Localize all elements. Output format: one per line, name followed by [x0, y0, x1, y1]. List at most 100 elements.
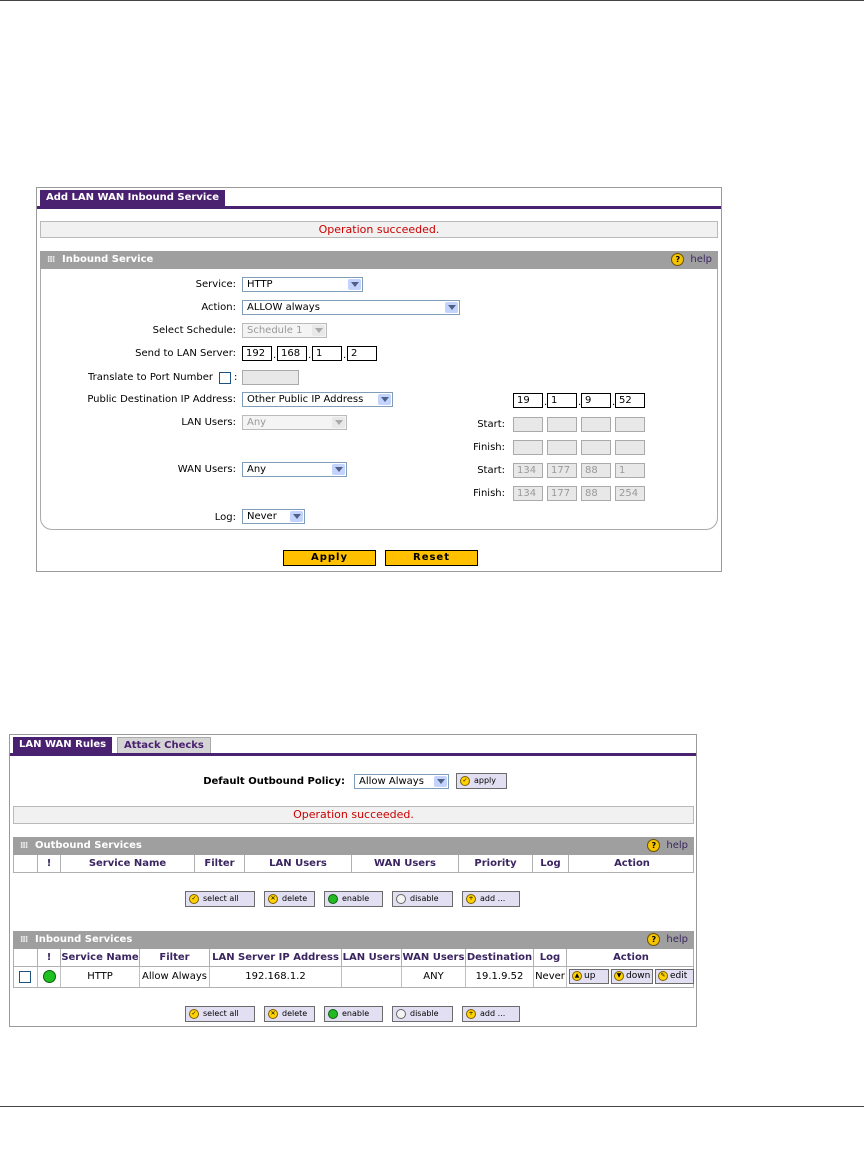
chevron-down-icon [378, 394, 391, 405]
tab-attack-checks[interactable]: Attack Checks [117, 737, 211, 753]
grip-icon: ⁞⁞⁞ [20, 935, 28, 945]
col-wan-users: WAN Users [352, 855, 459, 872]
edit-button[interactable]: ✎ edit [655, 969, 694, 984]
enable-icon [328, 1008, 338, 1019]
row-wan-users: ANY [402, 967, 466, 987]
wan-users-select[interactable]: Any [242, 462, 347, 477]
inbound-service-section-header: ⁞⁞⁞ Inbound Service ? help [40, 251, 718, 269]
edit-icon: ✎ [658, 970, 668, 981]
inbound-select-all-button[interactable]: ✓ select all [185, 1006, 255, 1022]
chevron-down-icon [332, 417, 345, 428]
chevron-down-icon [312, 325, 325, 336]
lan-finish-label: Finish: [473, 442, 505, 453]
outbound-select-all-button[interactable]: ✓ select all [185, 891, 255, 907]
down-arrow-icon: ▼ [614, 970, 624, 981]
default-outbound-policy-select[interactable]: Allow Always [354, 774, 449, 789]
lan-finish-ip-octet-4 [615, 440, 645, 455]
public-dest-ip-octet-2[interactable]: 1 [547, 393, 577, 408]
section-title: Inbound Service [62, 254, 154, 265]
default-outbound-policy-label: Default Outbound Policy: [203, 776, 345, 787]
lan-server-ip-octet-3[interactable]: 1 [312, 346, 342, 361]
outbound-table-header: ! Service Name Filter LAN Users WAN User… [13, 855, 694, 873]
outbound-disable-button[interactable]: disable [392, 891, 453, 907]
row-filter: Allow Always [140, 967, 210, 987]
lan-wan-rules-panel: LAN WAN Rules Attack Checks Default Outb… [9, 734, 697, 1027]
inbound-enable-button[interactable]: enable [324, 1006, 383, 1022]
lan-users-label: LAN Users: [181, 417, 236, 428]
apply-button[interactable]: Apply [283, 550, 376, 566]
outbound-services-header: ⁞⁞⁞ Outbound Services ? help [13, 837, 694, 855]
wan-finish-ip-octet-3: 88 [581, 486, 611, 501]
help-link[interactable]: ? help [647, 837, 688, 855]
enable-icon [328, 893, 338, 904]
check-icon: ✓ [189, 893, 199, 904]
service-label: Service: [195, 279, 236, 290]
inbound-disable-button[interactable]: disable [392, 1006, 453, 1022]
col-status: ! [38, 855, 61, 872]
log-select[interactable]: Never [242, 509, 305, 524]
panel2-tabbar: LAN WAN Rules Attack Checks [10, 735, 696, 756]
row-checkbox[interactable] [19, 971, 31, 983]
lan-server-ip-octet-1[interactable]: 192 [242, 346, 272, 361]
outbound-delete-button[interactable]: ✕ delete [264, 891, 315, 907]
ip-dot: . [343, 350, 347, 361]
outbound-enable-button[interactable]: enable [324, 891, 383, 907]
help-link[interactable]: ? help [671, 251, 712, 269]
policy-apply-button[interactable]: ✓ apply [456, 773, 507, 789]
chevron-down-icon [434, 776, 447, 787]
up-arrow-icon: ▲ [572, 970, 582, 981]
col-destination: Destination [466, 949, 534, 966]
wan-finish-ip-octet-2: 177 [547, 486, 577, 501]
page-bottom-rule [0, 1106, 864, 1107]
public-dest-ip-octet-3[interactable]: 9 [581, 393, 611, 408]
col-lan-server-ip: LAN Server IP Address [210, 949, 342, 966]
section-title: Outbound Services [35, 840, 142, 851]
lan-start-label: Start: [477, 419, 505, 430]
log-label: Log: [214, 512, 236, 523]
inbound-delete-button[interactable]: ✕ delete [264, 1006, 315, 1022]
help-icon: ? [647, 838, 661, 852]
move-down-button[interactable]: ▼ down [611, 969, 653, 984]
panel1-tabbar: Add LAN WAN Inbound Service [37, 188, 721, 209]
col-lan-users: LAN Users [342, 949, 402, 966]
wan-users-label: WAN Users: [177, 464, 236, 475]
ip-dot: . [308, 350, 312, 361]
move-up-button[interactable]: ▲ up [569, 969, 609, 984]
lan-finish-ip-octet-1 [513, 440, 543, 455]
chevron-down-icon [348, 279, 361, 290]
inbound-add-button[interactable]: + add ... [462, 1006, 520, 1022]
grip-icon: ⁞⁞⁞ [47, 255, 55, 265]
wan-finish-ip-octet-1: 134 [513, 486, 543, 501]
outbound-add-button[interactable]: + add ... [462, 891, 520, 907]
col-log: Log [534, 949, 567, 966]
action-select[interactable]: ALLOW always [242, 300, 460, 315]
public-dest-ip-octet-1[interactable]: 19 [513, 393, 543, 408]
table-row: HTTP Allow Always 192.168.1.2 ANY 19.1.9… [13, 967, 694, 988]
public-dest-ip-octet-4[interactable]: 52 [615, 393, 645, 408]
col-status: ! [38, 949, 61, 966]
col-action: Action [613, 952, 649, 963]
col-log: Log [533, 855, 569, 872]
public-destination-select[interactable]: Other Public IP Address [242, 392, 393, 407]
lan-server-ip-octet-4[interactable]: 2 [347, 346, 377, 361]
tab-add-lan-wan-inbound[interactable]: Add LAN WAN Inbound Service [40, 190, 225, 206]
col-action: Action [614, 858, 650, 869]
lan-finish-ip-octet-2 [547, 440, 577, 455]
translate-port-checkbox[interactable] [219, 372, 231, 384]
row-service-name: HTTP [61, 967, 140, 987]
wan-finish-ip-octet-4: 254 [615, 486, 645, 501]
service-select[interactable]: HTTP [242, 277, 363, 292]
tab-lan-wan-rules[interactable]: LAN WAN Rules [13, 737, 113, 753]
lan-server-ip-octet-2[interactable]: 168 [277, 346, 307, 361]
wan-finish-label: Finish: [473, 488, 505, 499]
help-link[interactable]: ? help [647, 931, 688, 949]
reset-button[interactable]: Reset [385, 550, 478, 566]
send-to-lan-label: Send to LAN Server: [135, 348, 236, 359]
col-service-name: Service Name [61, 855, 195, 872]
add-icon: + [466, 1008, 476, 1019]
wan-start-ip-octet-4: 1 [615, 463, 645, 478]
lan-start-ip-octet-2 [547, 417, 577, 432]
col-filter: Filter [140, 949, 210, 966]
row-lan-server-ip: 192.168.1.2 [210, 967, 342, 987]
schedule-select: Schedule 1 [242, 323, 327, 338]
